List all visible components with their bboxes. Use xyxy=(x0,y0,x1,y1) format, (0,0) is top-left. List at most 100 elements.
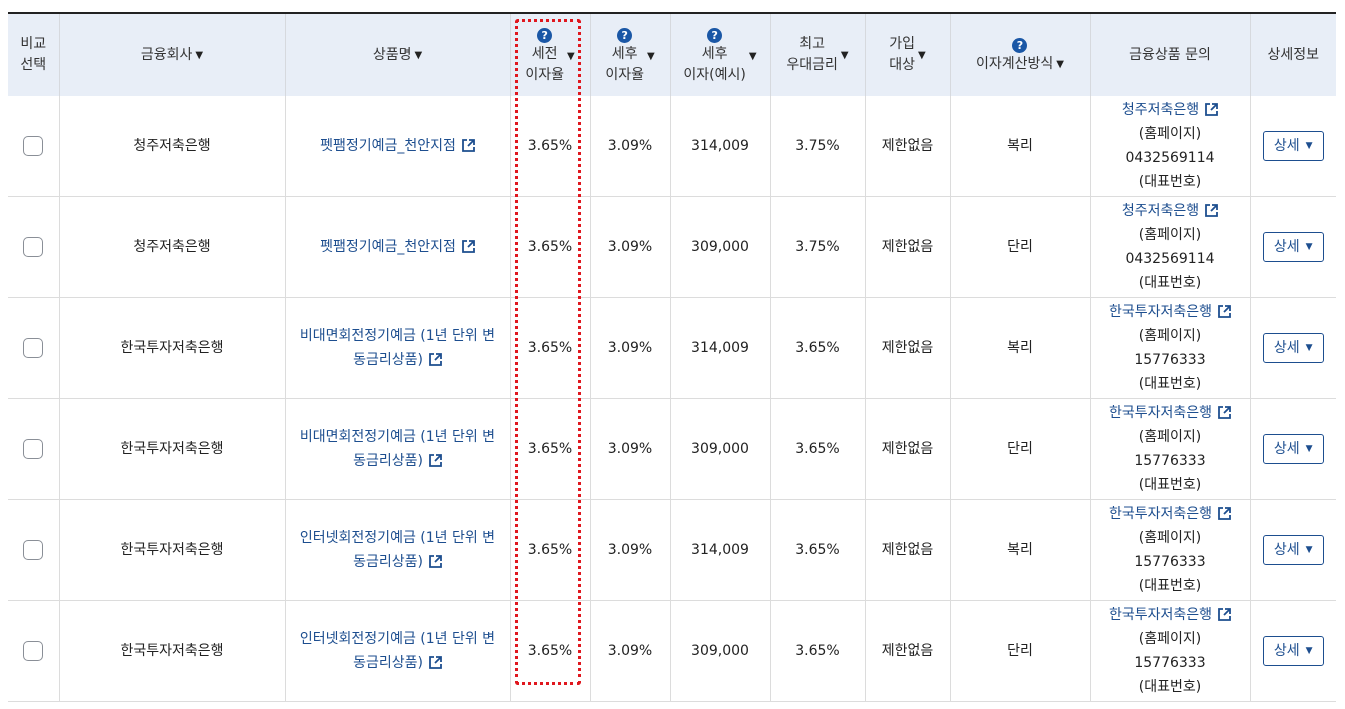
inquiry-cell: 청주저축은행 (홈페이지) 0432569114 (대표번호) xyxy=(1089,196,1250,298)
compare-checkbox[interactable] xyxy=(23,439,44,459)
header-company[interactable]: 금융회사 ▼ xyxy=(58,13,285,96)
interest-calc-method: 단리 xyxy=(949,196,1090,298)
external-link-icon xyxy=(429,353,442,366)
aftertax-interest: 309,000 xyxy=(669,196,770,298)
question-circle-icon[interactable]: ? xyxy=(1012,38,1028,53)
product-name-line2: 동금리상품) xyxy=(353,453,423,469)
compare-checkbox[interactable] xyxy=(23,338,44,358)
detail-button[interactable]: 상세 ▼ xyxy=(1262,434,1324,464)
header-join-line1: 가입 xyxy=(889,36,916,52)
question-circle-icon[interactable]: ? xyxy=(617,27,633,43)
detail-button-label: 상세 xyxy=(1273,340,1300,356)
header-company-label: 금융회사 xyxy=(140,46,193,63)
detail-button[interactable]: 상세 ▼ xyxy=(1262,636,1324,666)
company-name: 한국투자저축은행 xyxy=(58,398,285,500)
chevron-down-icon: ▼ xyxy=(1305,343,1313,353)
homepage-link[interactable]: 청주저축은행 xyxy=(1122,203,1219,219)
product-name-line2: 동금리상품) xyxy=(353,352,423,368)
sort-down-icon[interactable]: ▼ xyxy=(918,45,926,66)
homepage-link[interactable]: 한국투자저축은행 xyxy=(1109,506,1231,522)
product-link[interactable]: 비대면회전정기예금 (1년 단위 변동금리상품) xyxy=(300,328,495,368)
contact-name: 한국투자저축은행 xyxy=(1108,607,1213,623)
header-max-rate[interactable]: 최고 우대금리 ▼ xyxy=(769,13,865,96)
product-link[interactable]: 비대면회전정기예금 (1년 단위 변 동금리상품) xyxy=(300,429,495,469)
contact-phone-label: (대표번호) xyxy=(1138,174,1202,190)
question-circle-icon[interactable]: ? xyxy=(537,27,553,43)
homepage-link[interactable]: 한국투자저축은행 xyxy=(1109,405,1231,421)
contact-phone: 15776333 xyxy=(1134,352,1206,368)
product-comparison-table: 비교 선택 금융회사 ▼ 상품명 ▼ ? 세전 이자율 ▼ ? 세후 이자율 ▼… xyxy=(8,12,1336,702)
compare-checkbox[interactable] xyxy=(23,136,44,156)
max-preferential-rate: 3.75% xyxy=(769,96,865,197)
contact-phone: 15776333 xyxy=(1134,453,1206,469)
header-aftertax-rate[interactable]: ? 세후 이자율 ▼ xyxy=(589,13,670,96)
pretax-rate: 3.65% xyxy=(509,398,590,500)
external-link-icon xyxy=(429,454,442,467)
sort-down-icon[interactable]: ▼ xyxy=(567,46,575,67)
product-name-cell: 비대면회전정기예금 (1년 단위 변 동금리상품) xyxy=(284,398,510,500)
homepage-link[interactable]: 한국투자저축은행 xyxy=(1109,304,1231,320)
contact-phone-label: (대표번호) xyxy=(1138,679,1202,695)
external-link-icon xyxy=(1218,507,1231,520)
product-name-line1: 비대면회전정기예금 (1년 단위 변 xyxy=(299,328,496,344)
aftertax-rate: 3.09% xyxy=(589,297,670,399)
contact-name: 청주저축은행 xyxy=(1121,102,1200,118)
detail-cell: 상세 ▼ xyxy=(1249,600,1336,702)
detail-button[interactable]: 상세 ▼ xyxy=(1262,131,1324,161)
sort-down-icon[interactable]: ▼ xyxy=(195,45,203,66)
pretax-rate: 3.65% xyxy=(509,96,590,197)
table-row: 한국투자저축은행 비대면회전정기예금 (1년 단위 변 동금리상품) 3.65% … xyxy=(8,297,1336,399)
detail-cell: 상세 ▼ xyxy=(1249,297,1336,399)
header-product[interactable]: 상품명 ▼ xyxy=(284,13,510,96)
compare-checkbox[interactable] xyxy=(23,237,44,257)
sort-down-icon[interactable]: ▼ xyxy=(1056,54,1064,75)
product-link[interactable]: 인터넷회전정기예금 (1년 단위 변 동금리상품) xyxy=(300,631,495,671)
contact-phone-label: (대표번호) xyxy=(1138,578,1202,594)
detail-button[interactable]: 상세 ▼ xyxy=(1262,535,1324,565)
detail-cell: 상세 ▼ xyxy=(1249,196,1336,298)
product-name-line1: 인터넷회전정기예금 (1년 단위 변 xyxy=(299,530,496,546)
table-row: 청주저축은행 펫팸정기예금_천안지점 3.65% 3.09% 309,000 3… xyxy=(8,196,1336,298)
inquiry-cell: 청주저축은행 (홈페이지) 0432569114 (대표번호) xyxy=(1089,96,1250,197)
compare-checkbox[interactable] xyxy=(23,641,44,661)
product-link[interactable]: 펫팸정기예금_천안지점 xyxy=(320,239,475,255)
detail-button[interactable]: 상세 ▼ xyxy=(1262,333,1324,363)
contact-phone-label: (대표번호) xyxy=(1138,275,1202,291)
chevron-down-icon: ▼ xyxy=(1305,545,1313,555)
max-preferential-rate: 3.65% xyxy=(769,499,865,601)
sort-down-icon[interactable]: ▼ xyxy=(414,45,422,66)
external-link-icon xyxy=(1218,406,1231,419)
sort-down-icon[interactable]: ▼ xyxy=(647,46,655,67)
table-row: 한국투자저축은행 비대면회전정기예금 (1년 단위 변 동금리상품) 3.65% … xyxy=(8,398,1336,500)
compare-cell xyxy=(8,297,59,399)
sort-down-icon[interactable]: ▼ xyxy=(841,45,849,66)
inquiry-cell: 한국투자저축은행 (홈페이지) 15776333 (대표번호) xyxy=(1089,499,1250,601)
header-maxrate-line1: 최고 xyxy=(799,36,826,52)
contact-phone: 15776333 xyxy=(1134,554,1206,570)
join-target: 제한없음 xyxy=(864,96,950,197)
header-pretax-rate[interactable]: ? 세전 이자율 ▼ xyxy=(509,13,590,96)
aftertax-interest: 314,009 xyxy=(669,96,770,197)
detail-button[interactable]: 상세 ▼ xyxy=(1262,232,1324,262)
detail-button-label: 상세 xyxy=(1273,239,1300,255)
company-name: 한국투자저축은행 xyxy=(58,499,285,601)
homepage-link[interactable]: 한국투자저축은행 xyxy=(1109,607,1231,623)
pretax-rate: 3.65% xyxy=(509,297,590,399)
header-calc-method[interactable]: ? 이자계산방식 ▼ xyxy=(949,13,1090,96)
product-name-cell: 비대면회전정기예금 (1년 단위 변동금리상품) xyxy=(284,297,510,399)
external-link-icon xyxy=(1205,103,1219,116)
aftertax-rate: 3.09% xyxy=(589,196,670,298)
product-link[interactable]: 펫팸정기예금_천안지점 xyxy=(320,138,475,154)
join-target: 제한없음 xyxy=(864,499,950,601)
header-join-target[interactable]: 가입 대상 ▼ xyxy=(864,13,950,96)
sort-down-icon[interactable]: ▼ xyxy=(749,46,757,67)
header-aftertax-interest[interactable]: ? 세후 이자(예시) ▼ xyxy=(669,13,770,96)
homepage-link[interactable]: 청주저축은행 xyxy=(1121,102,1219,118)
question-circle-icon[interactable]: ? xyxy=(707,27,723,43)
compare-checkbox[interactable] xyxy=(23,540,44,560)
company-name: 한국투자저축은행 xyxy=(58,297,285,399)
product-link[interactable]: 인터넷회전정기예금 (1년 단위 변 동금리상품) xyxy=(300,530,495,570)
contact-homepage-label: (홈페이지) xyxy=(1138,631,1202,647)
company-name: 청주저축은행 xyxy=(58,96,285,197)
inquiry-cell: 한국투자저축은행 (홈페이지) 15776333 (대표번호) xyxy=(1089,600,1250,702)
